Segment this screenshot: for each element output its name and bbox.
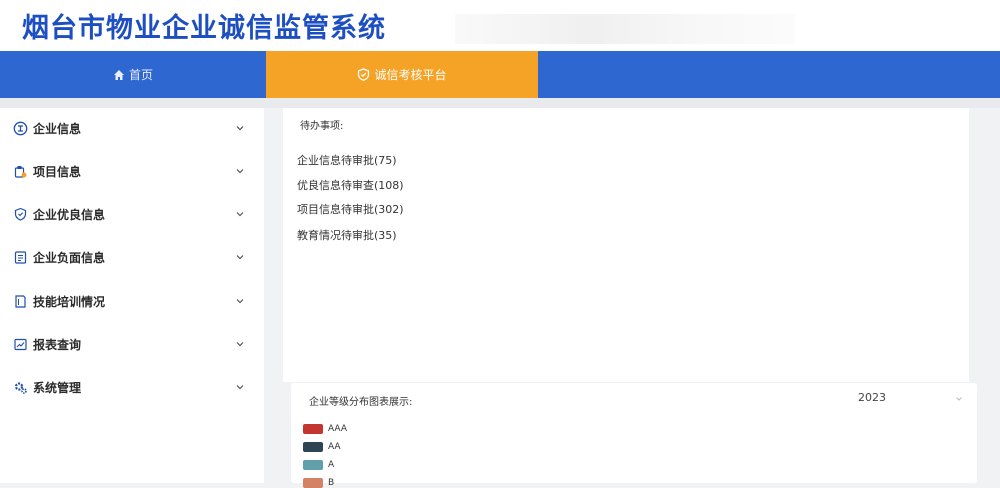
tab-credit-assessment[interactable]: 诚信考核平台 (266, 51, 538, 98)
top-nav: 首页 诚信考核平台 (0, 51, 1000, 98)
legend-label: AAA (328, 424, 347, 434)
legend-item-b[interactable]: B (303, 478, 334, 488)
legend-swatch (303, 442, 323, 452)
sidebar-item-label: 企业信息 (33, 121, 82, 136)
header-background-decoration (455, 14, 795, 44)
chevron-down-icon (236, 299, 244, 304)
chevron-down-icon (236, 255, 244, 260)
sidebar-item-enterprise-info[interactable]: 企业信息 (0, 108, 264, 148)
nav-shadow-strip (0, 98, 1000, 108)
training-icon (13, 294, 28, 309)
legend-swatch (303, 460, 323, 470)
legend-swatch (303, 478, 323, 488)
settings-icon (13, 380, 28, 395)
shield-icon (357, 68, 370, 81)
legend-swatch (303, 424, 323, 434)
sidebar-item-label: 企业优良信息 (33, 207, 106, 222)
legend-item-aa[interactable]: AA (303, 442, 341, 452)
tab-credit-assessment-label: 诚信考核平台 (374, 68, 447, 82)
sidebar-item-label: 项目信息 (33, 164, 82, 179)
todo-item-project-approval[interactable]: 项目信息待审批(302) (297, 201, 404, 217)
chevron-down-icon (236, 385, 244, 390)
todo-title: 待办事项: (300, 121, 344, 132)
todo-panel: 待办事项: 企业信息待审批(75) 优良信息待审查(108) 项目信息待审批(3… (283, 108, 969, 382)
legend-label: AA (328, 442, 341, 452)
home-icon (113, 69, 125, 81)
chevron-down-icon (236, 342, 244, 347)
report-icon (13, 337, 28, 352)
app-header: 烟台市物业企业诚信监管系统 (0, 0, 1000, 51)
good-record-icon (13, 207, 28, 222)
sidebar-item-label: 系统管理 (33, 380, 82, 395)
sidebar-item-label: 技能培训情况 (33, 294, 106, 309)
legend-item-aaa[interactable]: AAA (303, 424, 347, 434)
chevron-down-icon (236, 126, 244, 131)
negative-record-icon (13, 250, 28, 265)
chevron-down-icon[interactable] (955, 395, 963, 403)
sidebar-item-project-info[interactable]: 项目信息 (0, 151, 264, 191)
sidebar-item-label: 报表查询 (33, 337, 82, 352)
app-title: 烟台市物业企业诚信监管系统 (22, 13, 386, 44)
sidebar-item-system-management[interactable]: 系统管理 (0, 367, 264, 407)
legend-label: B (328, 478, 335, 488)
todo-item-education-approval[interactable]: 教育情况待审批(35) (297, 227, 397, 243)
grade-distribution-panel: 企业等级分布图表展示: 2023 AAA AA A B (291, 383, 977, 488)
tab-home-label: 首页 (128, 68, 153, 82)
todo-item-good-record-review[interactable]: 优良信息待审查(108) (297, 177, 404, 193)
chart-panel-title: 企业等级分布图表展示: (309, 397, 413, 408)
sidebar-item-good-records[interactable]: 企业优良信息 (0, 194, 264, 234)
chevron-down-icon (236, 169, 244, 174)
sidebar-item-negative-records[interactable]: 企业负面信息 (0, 237, 264, 277)
sidebar-item-skill-training[interactable]: 技能培训情况 (0, 281, 264, 321)
year-select[interactable]: 2023 (858, 391, 886, 404)
legend-label: A (328, 460, 335, 470)
sidebar-item-label: 企业负面信息 (33, 250, 106, 265)
legend-item-a[interactable]: A (303, 460, 334, 470)
sidebar: 企业信息 项目信息 企业优良信息 企业负面信息 技能培训情况 报表查询 系统管理 (0, 108, 264, 483)
enterprise-icon (13, 121, 28, 136)
project-icon (13, 164, 28, 179)
chevron-down-icon (236, 212, 244, 217)
todo-item-enterprise-approval[interactable]: 企业信息待审批(75) (297, 152, 397, 168)
tab-home[interactable]: 首页 (0, 51, 266, 98)
sidebar-item-report-query[interactable]: 报表查询 (0, 324, 264, 364)
